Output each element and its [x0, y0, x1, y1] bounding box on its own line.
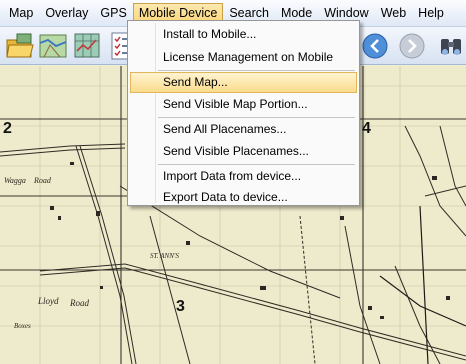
mobile-device-menu: Install to Mobile... License Management …: [127, 20, 360, 206]
menu-separator: [158, 70, 355, 71]
grid-number-2: 2: [3, 120, 12, 137]
menu-overlay[interactable]: Overlay: [39, 3, 94, 24]
menu-item-import-data[interactable]: Import Data from device...: [130, 166, 357, 187]
grid-number-3: 3: [176, 298, 185, 315]
map-label-road: Road: [70, 298, 89, 308]
menu-item-send-map[interactable]: Send Map...: [130, 72, 357, 93]
map-label-wagga: Wagga: [4, 176, 26, 185]
menu-help[interactable]: Help: [412, 3, 450, 24]
menu-web[interactable]: Web: [375, 3, 412, 24]
forward-arrow-icon[interactable]: [399, 33, 425, 59]
menu-item-send-all-placenames[interactable]: Send All Placenames...: [130, 119, 357, 140]
open-folder-icon[interactable]: [5, 31, 35, 61]
map-label-st-anns: ST. ANN'S: [150, 252, 179, 260]
menu-item-license-management[interactable]: License Management on Mobile: [130, 47, 357, 68]
map-layers-icon[interactable]: [72, 31, 102, 61]
menu-item-send-visible-placenames[interactable]: Send Visible Placenames...: [130, 141, 357, 162]
menu-separator: [158, 117, 355, 118]
map-label-lloyd: Lloyd: [38, 296, 59, 306]
menu-item-install-to-mobile[interactable]: Install to Mobile...: [130, 24, 357, 45]
binoculars-icon[interactable]: [438, 33, 464, 59]
map-label-road-2: Road: [34, 176, 51, 185]
menu-separator: [158, 164, 355, 165]
menu-item-send-visible-map-portion[interactable]: Send Visible Map Portion...: [130, 94, 357, 115]
grid-number-4: 4: [362, 120, 371, 137]
menu-map[interactable]: Map: [3, 3, 39, 24]
map-label-boxes: Boxes: [14, 322, 31, 330]
menu-item-export-data[interactable]: Export Data to device...: [130, 187, 357, 208]
map-icon[interactable]: [38, 31, 68, 61]
back-arrow-icon[interactable]: [362, 33, 388, 59]
